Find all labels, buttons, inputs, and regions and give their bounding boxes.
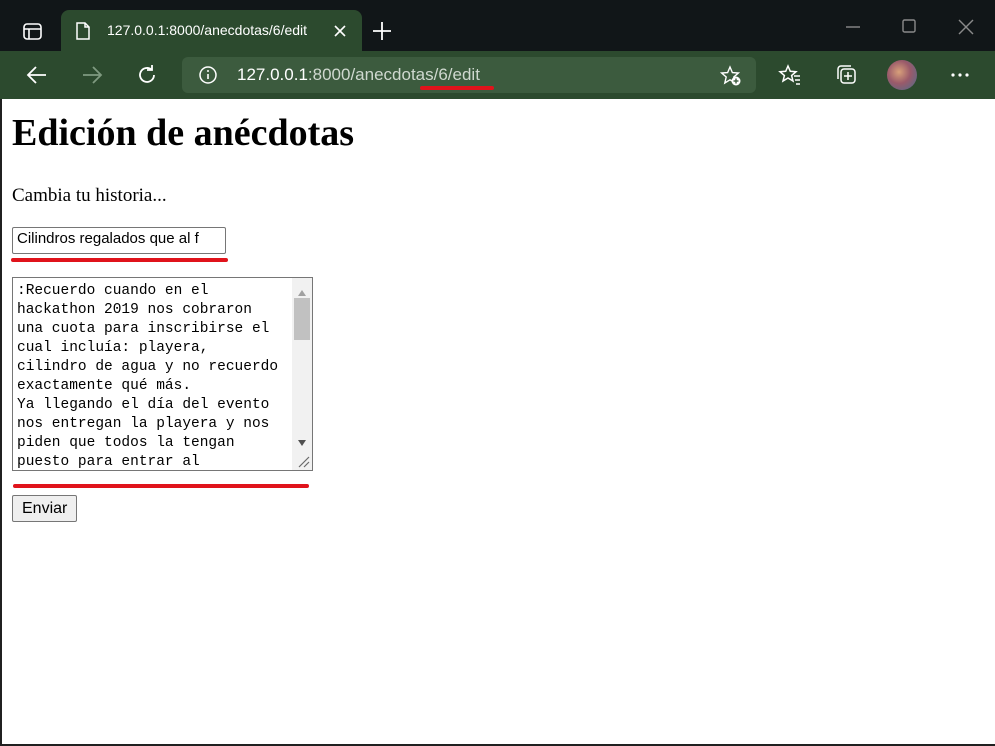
address-host: 127.0.0.1 (237, 65, 308, 84)
address-path: :8000/anecdotas/6/edit (307, 65, 480, 84)
title-input[interactable]: Cilindros regalados que al f (12, 227, 226, 254)
scroll-up-icon[interactable] (297, 284, 307, 296)
scrollbar-thumb[interactable] (294, 298, 310, 340)
close-icon[interactable] (331, 22, 349, 40)
forward-icon[interactable] (80, 63, 104, 87)
refresh-icon[interactable] (135, 63, 159, 87)
tab-bar: 127.0.0.1:8000/anecdotas/6/edit (0, 0, 995, 51)
page-icon (75, 22, 91, 40)
tab-active[interactable]: 127.0.0.1:8000/anecdotas/6/edit (61, 10, 362, 51)
title-annotation-underline (11, 258, 228, 262)
back-icon[interactable] (25, 63, 49, 87)
scroll-down-icon[interactable] (297, 434, 307, 446)
textarea-scrollbar[interactable] (292, 278, 312, 470)
more-options-icon[interactable] (948, 63, 972, 87)
window-close-icon[interactable] (953, 14, 979, 40)
story-textarea[interactable]: :Recuerdo cuando en el hackathon 2019 no… (12, 277, 313, 471)
resize-grip-icon[interactable] (293, 451, 311, 469)
maximize-icon[interactable] (896, 14, 922, 40)
page-subtitle: Cambia tu historia... (12, 185, 167, 206)
browser-window: 127.0.0.1:8000/anecdotas/6/edit 127.0.0.… (0, 0, 995, 746)
submit-button[interactable]: Enviar (12, 495, 78, 522)
add-favorite-icon[interactable] (719, 65, 742, 87)
site-info-icon[interactable] (198, 65, 218, 85)
story-annotation-underline (13, 484, 309, 488)
url-annotation-underline (420, 86, 494, 90)
tab-title: 127.0.0.1:8000/anecdotas/6/edit (107, 22, 308, 38)
page-content: Edición de anécdotas Cambia tu historia.… (2, 99, 995, 744)
tab-actions-icon[interactable] (14, 17, 50, 45)
collections-icon[interactable] (834, 63, 858, 87)
navigation-toolbar: 127.0.0.1:8000/anecdotas/6/edit (0, 51, 995, 99)
address-url[interactable]: 127.0.0.1:8000/anecdotas/6/edit (237, 65, 480, 85)
favorites-icon[interactable] (778, 63, 802, 87)
story-text: :Recuerdo cuando en el hackathon 2019 no… (17, 283, 279, 470)
profile-avatar[interactable] (887, 60, 917, 90)
minimize-icon[interactable] (840, 14, 866, 40)
page-title: Edición de anécdotas (12, 112, 355, 154)
new-tab-icon[interactable] (369, 18, 395, 44)
